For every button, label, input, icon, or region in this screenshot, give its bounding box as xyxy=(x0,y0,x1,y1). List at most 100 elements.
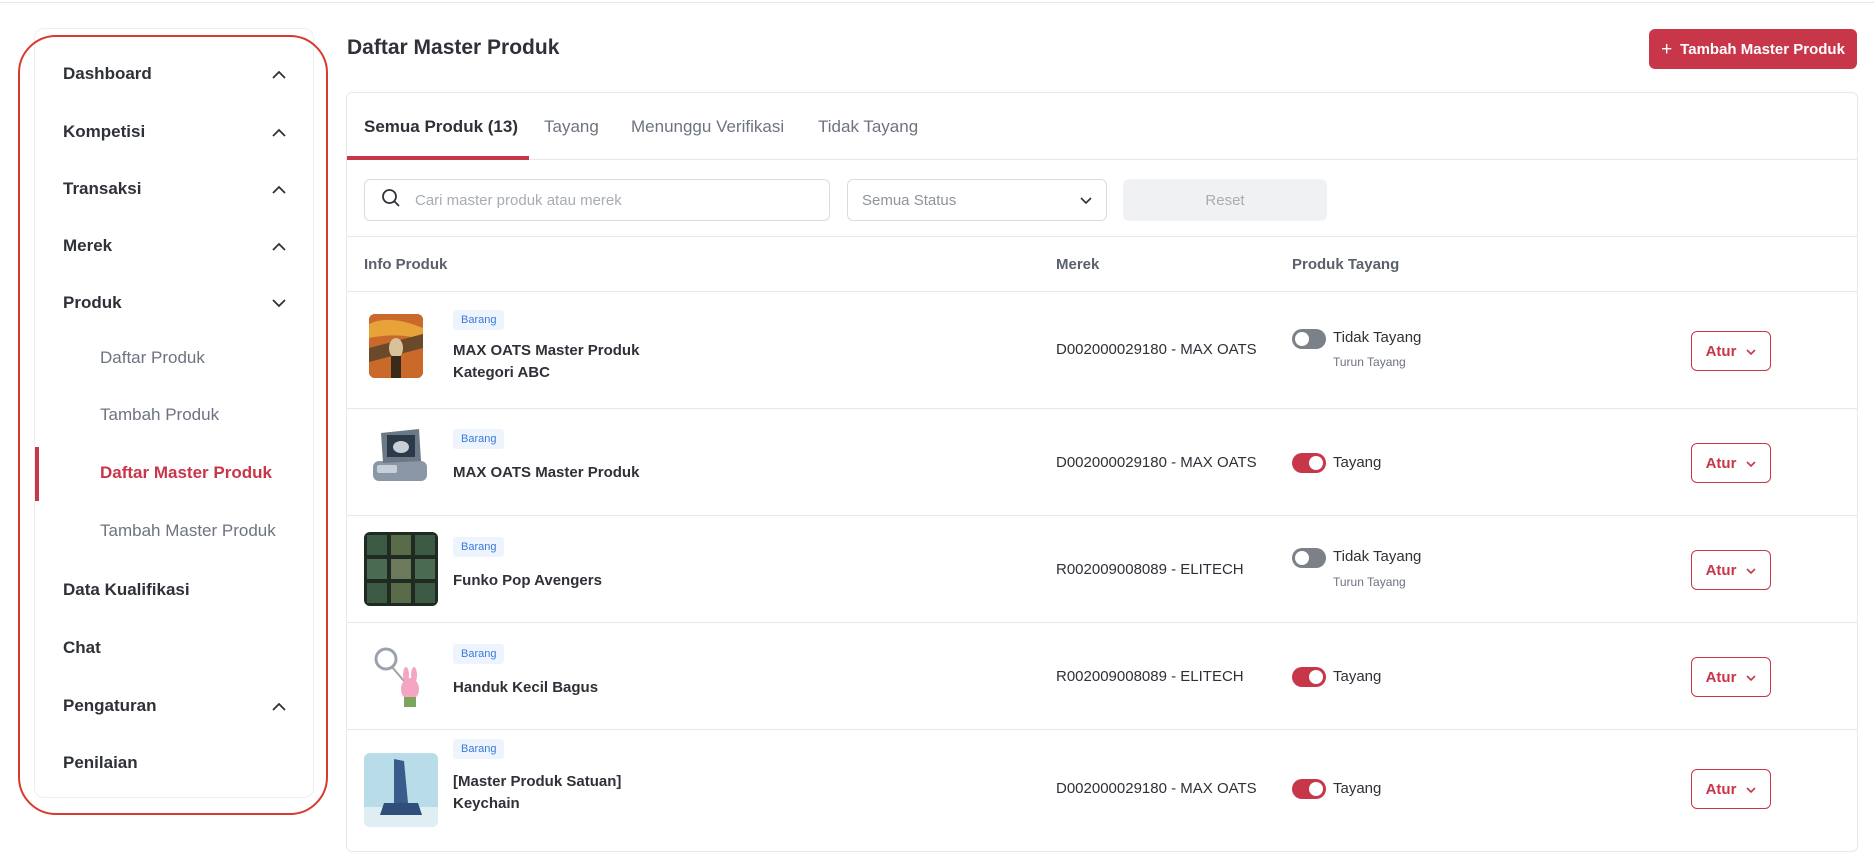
sidebar-item-label: Produk xyxy=(63,293,122,312)
reset-button[interactable]: Reset xyxy=(1123,179,1327,221)
table-header: Info Produk Merek Produk Tayang xyxy=(347,236,1857,292)
atur-label: Atur xyxy=(1705,561,1737,579)
add-button-label: Tambah Master Produk xyxy=(1680,40,1845,58)
search-icon xyxy=(381,188,401,213)
publish-toggle[interactable] xyxy=(1292,329,1326,349)
table-row: Barang MAX OATS Master Produk Kategori A… xyxy=(347,292,1857,409)
sidebar-item-label: Pengaturan xyxy=(63,696,157,715)
atur-button[interactable]: Atur xyxy=(1691,443,1771,483)
sidebar-subitem-tambah-master-produk[interactable]: Tambah Master Produk xyxy=(100,513,276,549)
tab-semua-produk[interactable]: Semua Produk (13) xyxy=(364,93,518,160)
sidebar-subitem-daftar-produk[interactable]: Daftar Produk xyxy=(100,340,205,376)
product-type-badge: Barang xyxy=(453,739,505,759)
publish-toggle[interactable] xyxy=(1292,548,1326,568)
chevron-up-icon xyxy=(269,696,289,716)
tab-menunggu-verifikasi[interactable]: Menunggu Verifikasi xyxy=(631,93,784,160)
sidebar-item-chat[interactable]: Chat xyxy=(63,628,289,668)
publish-status: Tayang xyxy=(1333,454,1382,471)
active-tab-underline xyxy=(347,156,529,160)
publish-substatus: Turun Tayang xyxy=(1333,355,1406,369)
add-master-product-button[interactable]: + Tambah Master Produk xyxy=(1649,29,1857,69)
atur-label: Atur xyxy=(1705,780,1737,798)
chevron-down-icon xyxy=(1746,562,1756,579)
product-type-badge: Barang xyxy=(453,310,505,330)
tab-tidak-tayang[interactable]: Tidak Tayang xyxy=(818,93,918,160)
sidebar-item-label: Penilaian xyxy=(63,753,138,772)
sidebar-item-kompetisi[interactable]: Kompetisi xyxy=(63,112,289,152)
publish-substatus: Turun Tayang xyxy=(1333,575,1406,589)
column-header-merek: Merek xyxy=(1056,255,1100,273)
table-row: Barang Handuk Kecil Bagus R002009008089 … xyxy=(347,623,1857,730)
sidebar-item-label: Kompetisi xyxy=(63,122,146,141)
status-select[interactable]: Semua Status xyxy=(847,179,1107,221)
product-name[interactable]: Funko Pop Avengers xyxy=(453,570,673,592)
active-indicator xyxy=(35,447,39,501)
sidebar-subitem-tambah-produk[interactable]: Tambah Produk xyxy=(100,397,219,433)
sidebar-item-data-kualifikasi[interactable]: Data Kualifikasi xyxy=(63,570,289,610)
product-name[interactable]: [Master Produk Satuan] Keychain xyxy=(453,771,673,815)
product-thumbnail xyxy=(369,314,423,378)
page-title: Daftar Master Produk xyxy=(347,36,560,59)
chevron-down-icon xyxy=(1746,781,1756,798)
product-thumbnail xyxy=(364,639,438,713)
atur-label: Atur xyxy=(1705,668,1737,686)
product-brand: R002009008089 - ELITECH xyxy=(1056,668,1244,685)
publish-status: Tidak Tayang xyxy=(1333,548,1422,565)
sidebar: Dashboard Kompetisi Transaksi Merek Prod… xyxy=(34,28,314,798)
chevron-down-icon xyxy=(269,293,289,313)
tab-bar: Semua Produk (13) Tayang Menunggu Verifi… xyxy=(347,93,1857,160)
atur-button[interactable]: Atur xyxy=(1691,550,1771,590)
chevron-up-icon xyxy=(269,179,289,199)
product-type-badge: Barang xyxy=(453,537,505,557)
product-thumbnail xyxy=(364,532,438,606)
chevron-down-icon xyxy=(1746,455,1756,472)
search-input[interactable] xyxy=(415,191,813,209)
top-divider xyxy=(0,0,1874,3)
sidebar-item-label: Dashboard xyxy=(63,64,152,83)
product-card: Semua Produk (13) Tayang Menunggu Verifi… xyxy=(346,92,1858,852)
product-brand: R002009008089 - ELITECH xyxy=(1056,561,1244,578)
product-brand: D002000029180 - MAX OATS xyxy=(1056,341,1257,358)
chevron-down-icon xyxy=(1746,669,1756,686)
atur-button[interactable]: Atur xyxy=(1691,657,1771,697)
sidebar-item-pengaturan[interactable]: Pengaturan xyxy=(63,686,289,726)
sidebar-subitem-daftar-master-produk[interactable]: Daftar Master Produk xyxy=(100,455,272,491)
atur-button[interactable]: Atur xyxy=(1691,331,1771,371)
product-thumbnail xyxy=(364,753,438,827)
sidebar-item-transaksi[interactable]: Transaksi xyxy=(63,169,289,209)
table-row: Barang [Master Produk Satuan] Keychain D… xyxy=(347,730,1857,847)
chevron-down-icon xyxy=(1080,192,1092,209)
chevron-down-icon xyxy=(1746,343,1756,360)
atur-button[interactable]: Atur xyxy=(1691,769,1771,809)
publish-toggle[interactable] xyxy=(1292,779,1326,799)
product-name[interactable]: MAX OATS Master Produk xyxy=(453,462,673,484)
product-brand: D002000029180 - MAX OATS xyxy=(1056,454,1257,471)
plus-icon: + xyxy=(1661,38,1673,60)
product-thumbnail xyxy=(367,425,431,489)
tab-tayang[interactable]: Tayang xyxy=(544,93,599,160)
product-name[interactable]: MAX OATS Master Produk Kategori ABC xyxy=(453,340,673,384)
publish-status: Tayang xyxy=(1333,668,1382,685)
sidebar-item-dashboard[interactable]: Dashboard xyxy=(63,54,289,94)
sidebar-item-penilaian[interactable]: Penilaian xyxy=(63,743,289,783)
product-type-badge: Barang xyxy=(453,429,505,449)
publish-status: Tidak Tayang xyxy=(1333,329,1422,346)
product-brand: D002000029180 - MAX OATS xyxy=(1056,780,1257,797)
sidebar-item-label: Chat xyxy=(63,638,101,657)
chevron-up-icon xyxy=(269,122,289,142)
search-box[interactable] xyxy=(364,179,830,221)
table-row: Barang Funko Pop Avengers R002009008089 … xyxy=(347,516,1857,623)
atur-label: Atur xyxy=(1705,454,1737,472)
publish-toggle[interactable] xyxy=(1292,453,1326,473)
sidebar-item-produk[interactable]: Produk xyxy=(63,283,289,323)
sidebar-item-label: Merek xyxy=(63,236,113,255)
table-row: Barang MAX OATS Master Produk D002000029… xyxy=(347,409,1857,516)
atur-label: Atur xyxy=(1705,342,1737,360)
column-header-info-produk: Info Produk xyxy=(364,255,448,273)
column-header-produk-tayang: Produk Tayang xyxy=(1292,255,1400,273)
status-select-value: Semua Status xyxy=(862,191,957,209)
sidebar-item-merek[interactable]: Merek xyxy=(63,226,289,266)
publish-toggle[interactable] xyxy=(1292,667,1326,687)
product-name[interactable]: Handuk Kecil Bagus xyxy=(453,677,673,699)
publish-status: Tayang xyxy=(1333,780,1382,797)
